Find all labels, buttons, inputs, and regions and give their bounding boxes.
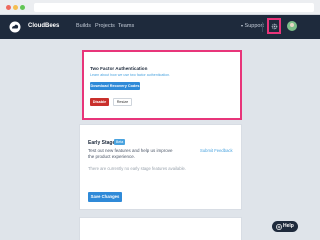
cloudbees-logo-icon[interactable] [9, 21, 21, 33]
help-button[interactable]: Help [272, 221, 298, 232]
chevron-down-icon: ▾ [241, 23, 244, 28]
avatar-face [290, 23, 294, 27]
save-changes-button[interactable]: Save Changes [88, 192, 122, 202]
brand-name[interactable]: CloudBees [28, 23, 59, 29]
early-stage-title: Early Stage [88, 140, 116, 146]
avatar[interactable] [287, 21, 297, 31]
settings-highlight[interactable] [267, 18, 281, 34]
beta-badge: Beta [114, 139, 126, 145]
early-stage-empty-text: There are currently no early stage featu… [88, 166, 186, 171]
support-menu[interactable]: ▾ Support [240, 23, 264, 29]
early-stage-card: Early Stage Beta Test out new features a… [79, 124, 242, 210]
submit-feedback-link[interactable]: Submit Feedback [200, 148, 233, 153]
nav-link-teams[interactable]: Teams [118, 23, 134, 29]
close-window-dot[interactable] [6, 5, 11, 10]
minimize-window-dot[interactable] [13, 5, 18, 10]
two-factor-panel: Two Factor Authentication Learn about ho… [82, 50, 242, 120]
help-circle-icon [276, 223, 282, 230]
address-bar[interactable] [34, 3, 314, 12]
download-recovery-codes-button[interactable]: Download Recovery Codes [90, 82, 140, 90]
early-stage-description: Test out new features and help us improv… [88, 148, 173, 159]
two-factor-learn-link[interactable]: Learn about how we use two factor authen… [90, 73, 170, 77]
resize-button[interactable]: Resize [113, 98, 132, 106]
nav-link-builds[interactable]: Builds [76, 23, 91, 29]
help-label: Help [283, 223, 294, 229]
gear-icon[interactable] [271, 23, 278, 30]
disable-button[interactable]: Disable [90, 98, 109, 106]
support-label: Support [244, 23, 264, 29]
browser-chrome [0, 0, 320, 15]
two-factor-title: Two Factor Authentication [90, 66, 148, 71]
nav-link-projects[interactable]: Projects [95, 23, 115, 29]
next-section-card [79, 217, 242, 240]
nav-divider [262, 22, 263, 32]
maximize-window-dot[interactable] [20, 5, 25, 10]
